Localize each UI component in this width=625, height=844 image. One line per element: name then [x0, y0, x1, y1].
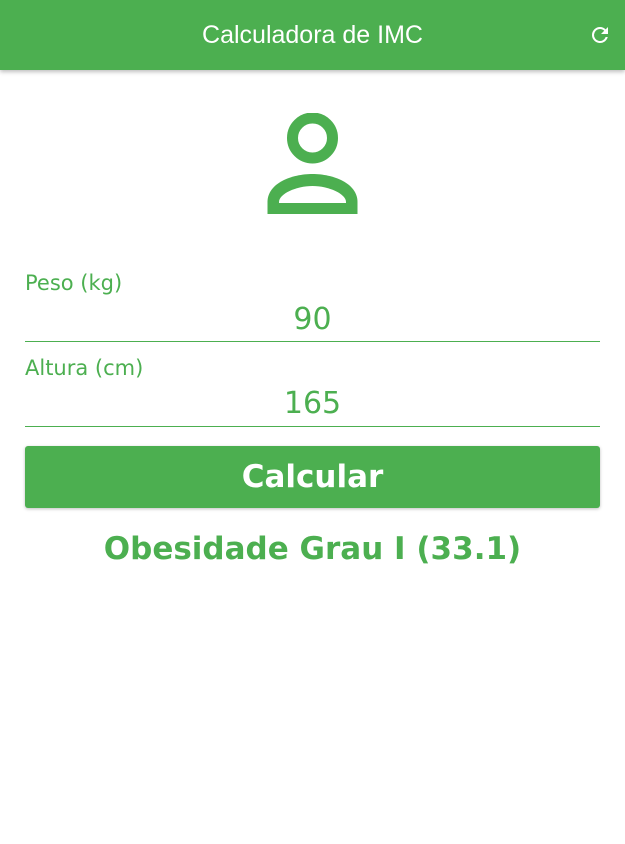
- height-input[interactable]: [25, 383, 600, 423]
- weight-input[interactable]: [25, 299, 600, 339]
- app-bar: Calculadora de IMC: [0, 0, 625, 70]
- weight-label: Peso (kg): [25, 271, 123, 295]
- refresh-icon: [592, 26, 608, 43]
- weight-underline: [25, 341, 600, 342]
- refresh-button[interactable]: [585, 20, 615, 50]
- weight-field: Peso (kg): [25, 270, 600, 343]
- calculate-button[interactable]: Calcular: [25, 446, 600, 508]
- height-underline: [25, 426, 600, 427]
- person-outline-icon: [267, 113, 358, 214]
- height-label: Altura (cm): [25, 356, 144, 380]
- height-field: Altura (cm): [25, 355, 600, 428]
- bmi-result: Obesidade Grau I (33.1): [103, 531, 522, 567]
- app-title: Calculadora de IMC: [202, 21, 423, 49]
